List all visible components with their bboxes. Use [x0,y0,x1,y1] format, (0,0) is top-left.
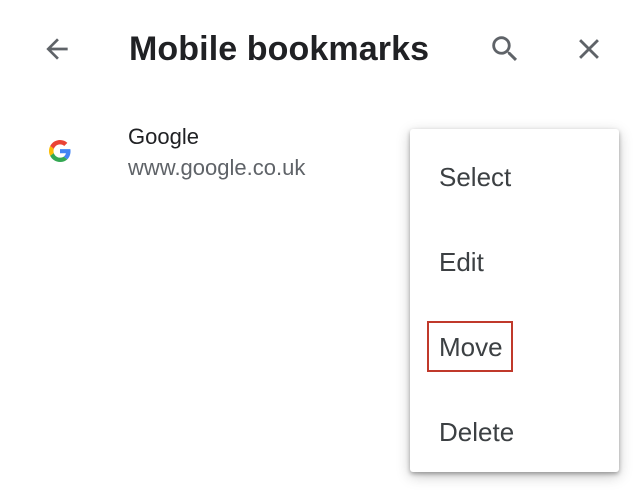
arrow-back-icon [46,38,68,60]
menu-item-label: Delete [439,417,515,447]
menu-item-label: Move [439,332,503,362]
menu-item-select[interactable]: Select [410,134,619,218]
menu-item-label: Select [439,162,512,192]
back-button[interactable] [29,21,85,77]
close-icon [579,39,599,59]
bookmarks-screen: Mobile bookmarks Google www.google.co.uk… [0,0,639,500]
search-icon [492,36,518,62]
close-button[interactable] [561,21,617,77]
page-title: Mobile bookmarks [129,30,430,68]
menu-item-move[interactable]: Move [410,304,619,388]
menu-item-label: Edit [439,247,484,277]
bookmark-context-menu: Select Edit Move Delete [410,129,619,472]
google-g-icon [49,140,71,162]
menu-item-edit[interactable]: Edit [410,219,619,303]
menu-item-delete[interactable]: Delete [410,389,619,473]
bookmark-title: Google [128,124,199,149]
top-app-bar: Mobile bookmarks [0,0,639,100]
search-button[interactable] [477,21,533,77]
bookmark-url: www.google.co.uk [128,155,306,180]
